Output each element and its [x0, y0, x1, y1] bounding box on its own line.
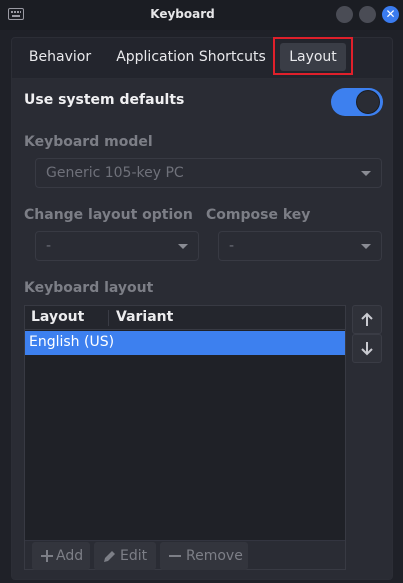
compose-key-label: Compose key — [206, 207, 311, 223]
list-header: Layout Variant — [25, 306, 345, 330]
change-layout-option-select[interactable]: - — [35, 231, 199, 261]
change-layout-option-value: - — [46, 238, 52, 254]
list-item[interactable]: English (US) — [25, 331, 345, 355]
edit-button-label: Edit — [120, 548, 148, 564]
column-header-layout[interactable]: Layout — [31, 309, 84, 325]
title-bar: Keyboard ✕ — [0, 0, 403, 30]
keyboard-model-value: Generic 105-key PC — [46, 165, 184, 181]
column-separator — [108, 310, 109, 326]
chevron-down-icon — [361, 244, 371, 249]
use-system-defaults-label: Use system defaults — [24, 92, 185, 108]
column-header-variant[interactable]: Variant — [116, 309, 173, 325]
minimize-button[interactable] — [336, 6, 353, 23]
edit-button[interactable]: Edit — [94, 542, 156, 570]
move-up-button[interactable] — [352, 305, 382, 334]
tab-application-shortcuts[interactable]: Application Shortcuts — [116, 43, 266, 71]
arrow-down-icon — [361, 342, 373, 356]
window-title: Keyboard — [150, 7, 215, 21]
keyboard-model-label: Keyboard model — [24, 134, 153, 150]
add-button[interactable]: Add — [32, 542, 90, 570]
close-icon: ✕ — [385, 7, 396, 21]
arrow-up-icon — [361, 312, 373, 326]
switch-knob[interactable] — [356, 90, 380, 114]
move-down-button[interactable] — [352, 334, 382, 363]
change-layout-option-label: Change layout option — [24, 207, 193, 223]
chevron-down-icon — [178, 244, 188, 249]
keyboard-model-select[interactable]: Generic 105-key PC — [35, 158, 382, 188]
compose-key-value: - — [229, 238, 235, 254]
add-button-label: Add — [56, 548, 84, 564]
close-button[interactable]: ✕ — [382, 6, 399, 23]
chevron-down-icon — [361, 171, 371, 176]
maximize-button[interactable] — [359, 6, 376, 23]
remove-button[interactable]: Remove — [160, 542, 248, 570]
tab-behavior[interactable]: Behavior — [22, 43, 98, 71]
remove-button-label: Remove — [186, 548, 243, 564]
compose-key-select[interactable]: - — [218, 231, 382, 261]
layout-cell: English (US) — [29, 334, 115, 350]
layout-tab-highlight — [273, 37, 353, 75]
plus-icon — [40, 542, 54, 580]
pencil-icon — [102, 542, 116, 580]
keyboard-layout-label: Keyboard layout — [24, 280, 154, 296]
minus-icon — [168, 542, 182, 580]
